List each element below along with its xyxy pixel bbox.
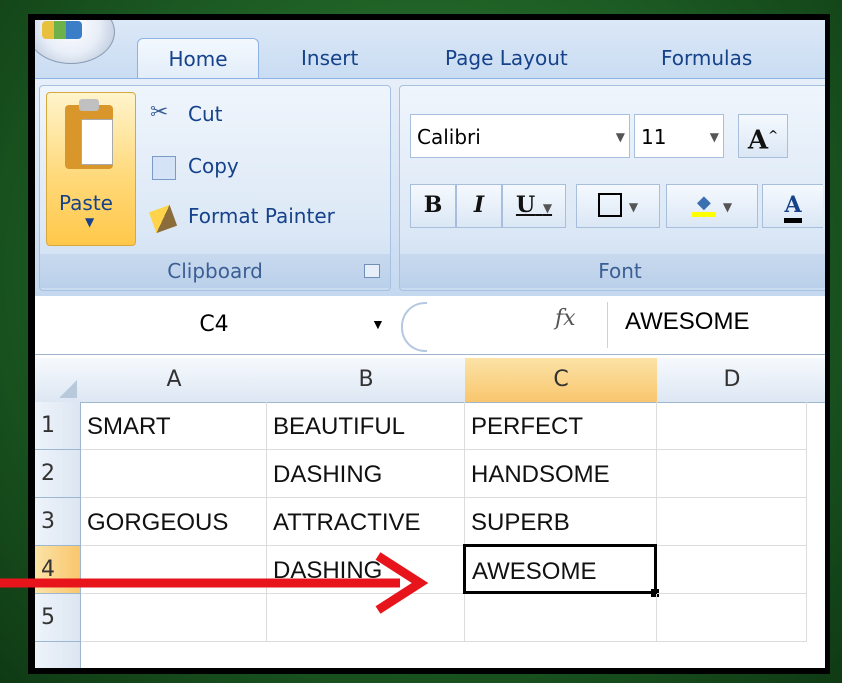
column-header-a[interactable]: A: [81, 358, 268, 403]
cell-b1[interactable]: BEAUTIFUL: [267, 402, 465, 450]
font-name-select[interactable]: Calibri ▼: [410, 114, 630, 158]
office-logo-icon: [42, 21, 82, 39]
tab-home[interactable]: Home: [137, 38, 259, 79]
font-size-value: 11: [641, 125, 667, 149]
select-all-button[interactable]: [35, 358, 82, 403]
borders-button[interactable]: ▼: [576, 184, 660, 228]
clipboard-group-label: Clipboard: [40, 254, 390, 288]
column-header-b[interactable]: B: [267, 358, 466, 403]
cell-b3[interactable]: ATTRACTIVE: [267, 498, 465, 546]
grow-font-icon: A: [747, 125, 769, 156]
formula-input[interactable]: AWESOME: [625, 308, 749, 336]
cell-a1[interactable]: SMART: [81, 402, 267, 450]
tab-page-layout[interactable]: Page Layout: [445, 38, 568, 78]
underline-icon: U: [515, 192, 536, 218]
chevron-down-icon: ▼: [615, 130, 625, 144]
font-color-button[interactable]: A: [762, 184, 823, 228]
tab-formulas[interactable]: Formulas: [661, 38, 752, 78]
cell-c2[interactable]: HANDSOME: [465, 450, 657, 498]
bold-button[interactable]: B: [410, 184, 456, 228]
bold-icon: B: [423, 192, 443, 218]
grow-font-button[interactable]: A^: [738, 114, 788, 158]
cell-d2[interactable]: [657, 450, 807, 498]
format-painter-button[interactable]: Format Painter: [148, 198, 390, 238]
cell-d4[interactable]: [657, 546, 807, 594]
italic-button[interactable]: I: [456, 184, 502, 228]
paste-button[interactable]: Paste ▼: [46, 92, 136, 246]
column-header-e[interactable]: [807, 358, 825, 403]
fill-color-button[interactable]: ◆ ▼: [666, 184, 758, 228]
ribbon: Paste ▼ ✂ Cut Copy Format Painter Clipbo…: [35, 78, 825, 297]
font-name-value: Calibri: [417, 125, 481, 149]
copy-button[interactable]: Copy: [150, 148, 310, 188]
column-header-d[interactable]: D: [657, 358, 808, 403]
cell-c3[interactable]: SUPERB: [465, 498, 657, 546]
clipboard-label-text: Clipboard: [167, 259, 263, 283]
font-label-text: Font: [598, 259, 642, 283]
fx-icon[interactable]: fx: [555, 306, 576, 331]
dialog-launcher-icon[interactable]: [364, 264, 380, 278]
spreadsheet-grid: A B C D 1 SMART BEAUTIFUL PERFECT 2 DASH…: [35, 358, 825, 668]
font-size-select[interactable]: 11 ▼: [634, 114, 724, 158]
cell-c5[interactable]: [465, 594, 657, 642]
font-group: Calibri ▼ 11 ▼ A^ B I U ▼ ▼ ◆ ▼ A Font: [399, 85, 825, 291]
cut-button[interactable]: ✂ Cut: [150, 96, 310, 136]
font-group-label: Font: [400, 254, 825, 288]
cut-label: Cut: [188, 102, 223, 126]
column-header-c[interactable]: C: [465, 358, 658, 403]
row-header-3[interactable]: 3: [35, 498, 81, 546]
paintbrush-icon: [148, 204, 178, 234]
cell-a2[interactable]: [81, 450, 267, 498]
select-all-icon: [59, 380, 77, 398]
fill-bucket-icon: ◆: [691, 193, 716, 217]
cell-a3[interactable]: GORGEOUS: [81, 498, 267, 546]
scissors-icon: ✂: [150, 100, 169, 125]
format-painter-label: Format Painter: [188, 204, 335, 228]
clipboard-icon: [65, 99, 113, 169]
annotation-arrow-icon: [0, 552, 429, 614]
formula-bar-splitter[interactable]: [401, 302, 427, 352]
cell-d3[interactable]: [657, 498, 807, 546]
divider: [607, 302, 608, 348]
chevron-down-icon: ▼: [628, 200, 639, 214]
cell-d1[interactable]: [657, 402, 807, 450]
tab-insert[interactable]: Insert: [301, 38, 358, 78]
cell-d5[interactable]: [657, 594, 807, 642]
copy-label: Copy: [188, 154, 239, 178]
chevron-down-icon: ▼: [85, 215, 95, 229]
name-box-value: C4: [199, 312, 229, 337]
chevron-down-icon: ▼: [709, 130, 719, 144]
chevron-down-icon[interactable]: ▼: [371, 316, 385, 332]
italic-icon: I: [473, 192, 485, 218]
underline-button[interactable]: U ▼: [502, 184, 566, 228]
row-header-1[interactable]: 1: [35, 402, 81, 450]
copy-icon: [152, 156, 176, 180]
chevron-down-icon: ▼: [542, 201, 553, 215]
cell-b2[interactable]: DASHING: [267, 450, 465, 498]
paste-label: Paste: [59, 191, 113, 215]
name-box[interactable]: C4: [35, 302, 393, 348]
cell-c1[interactable]: PERFECT: [465, 402, 657, 450]
font-color-icon: A: [784, 192, 802, 223]
cell-c4-active[interactable]: AWESOME: [463, 544, 657, 594]
borders-icon: [597, 193, 622, 217]
formula-bar: C4 ▼ fx AWESOME: [35, 296, 825, 355]
clipboard-group: Paste ▼ ✂ Cut Copy Format Painter Clipbo…: [39, 85, 391, 291]
ribbon-tab-bar: Home Insert Page Layout Formulas: [35, 20, 825, 80]
office-button[interactable]: [35, 20, 115, 64]
chevron-down-icon: ▼: [722, 200, 733, 214]
row-header-6[interactable]: [35, 642, 81, 668]
row-header-2[interactable]: 2: [35, 450, 81, 498]
